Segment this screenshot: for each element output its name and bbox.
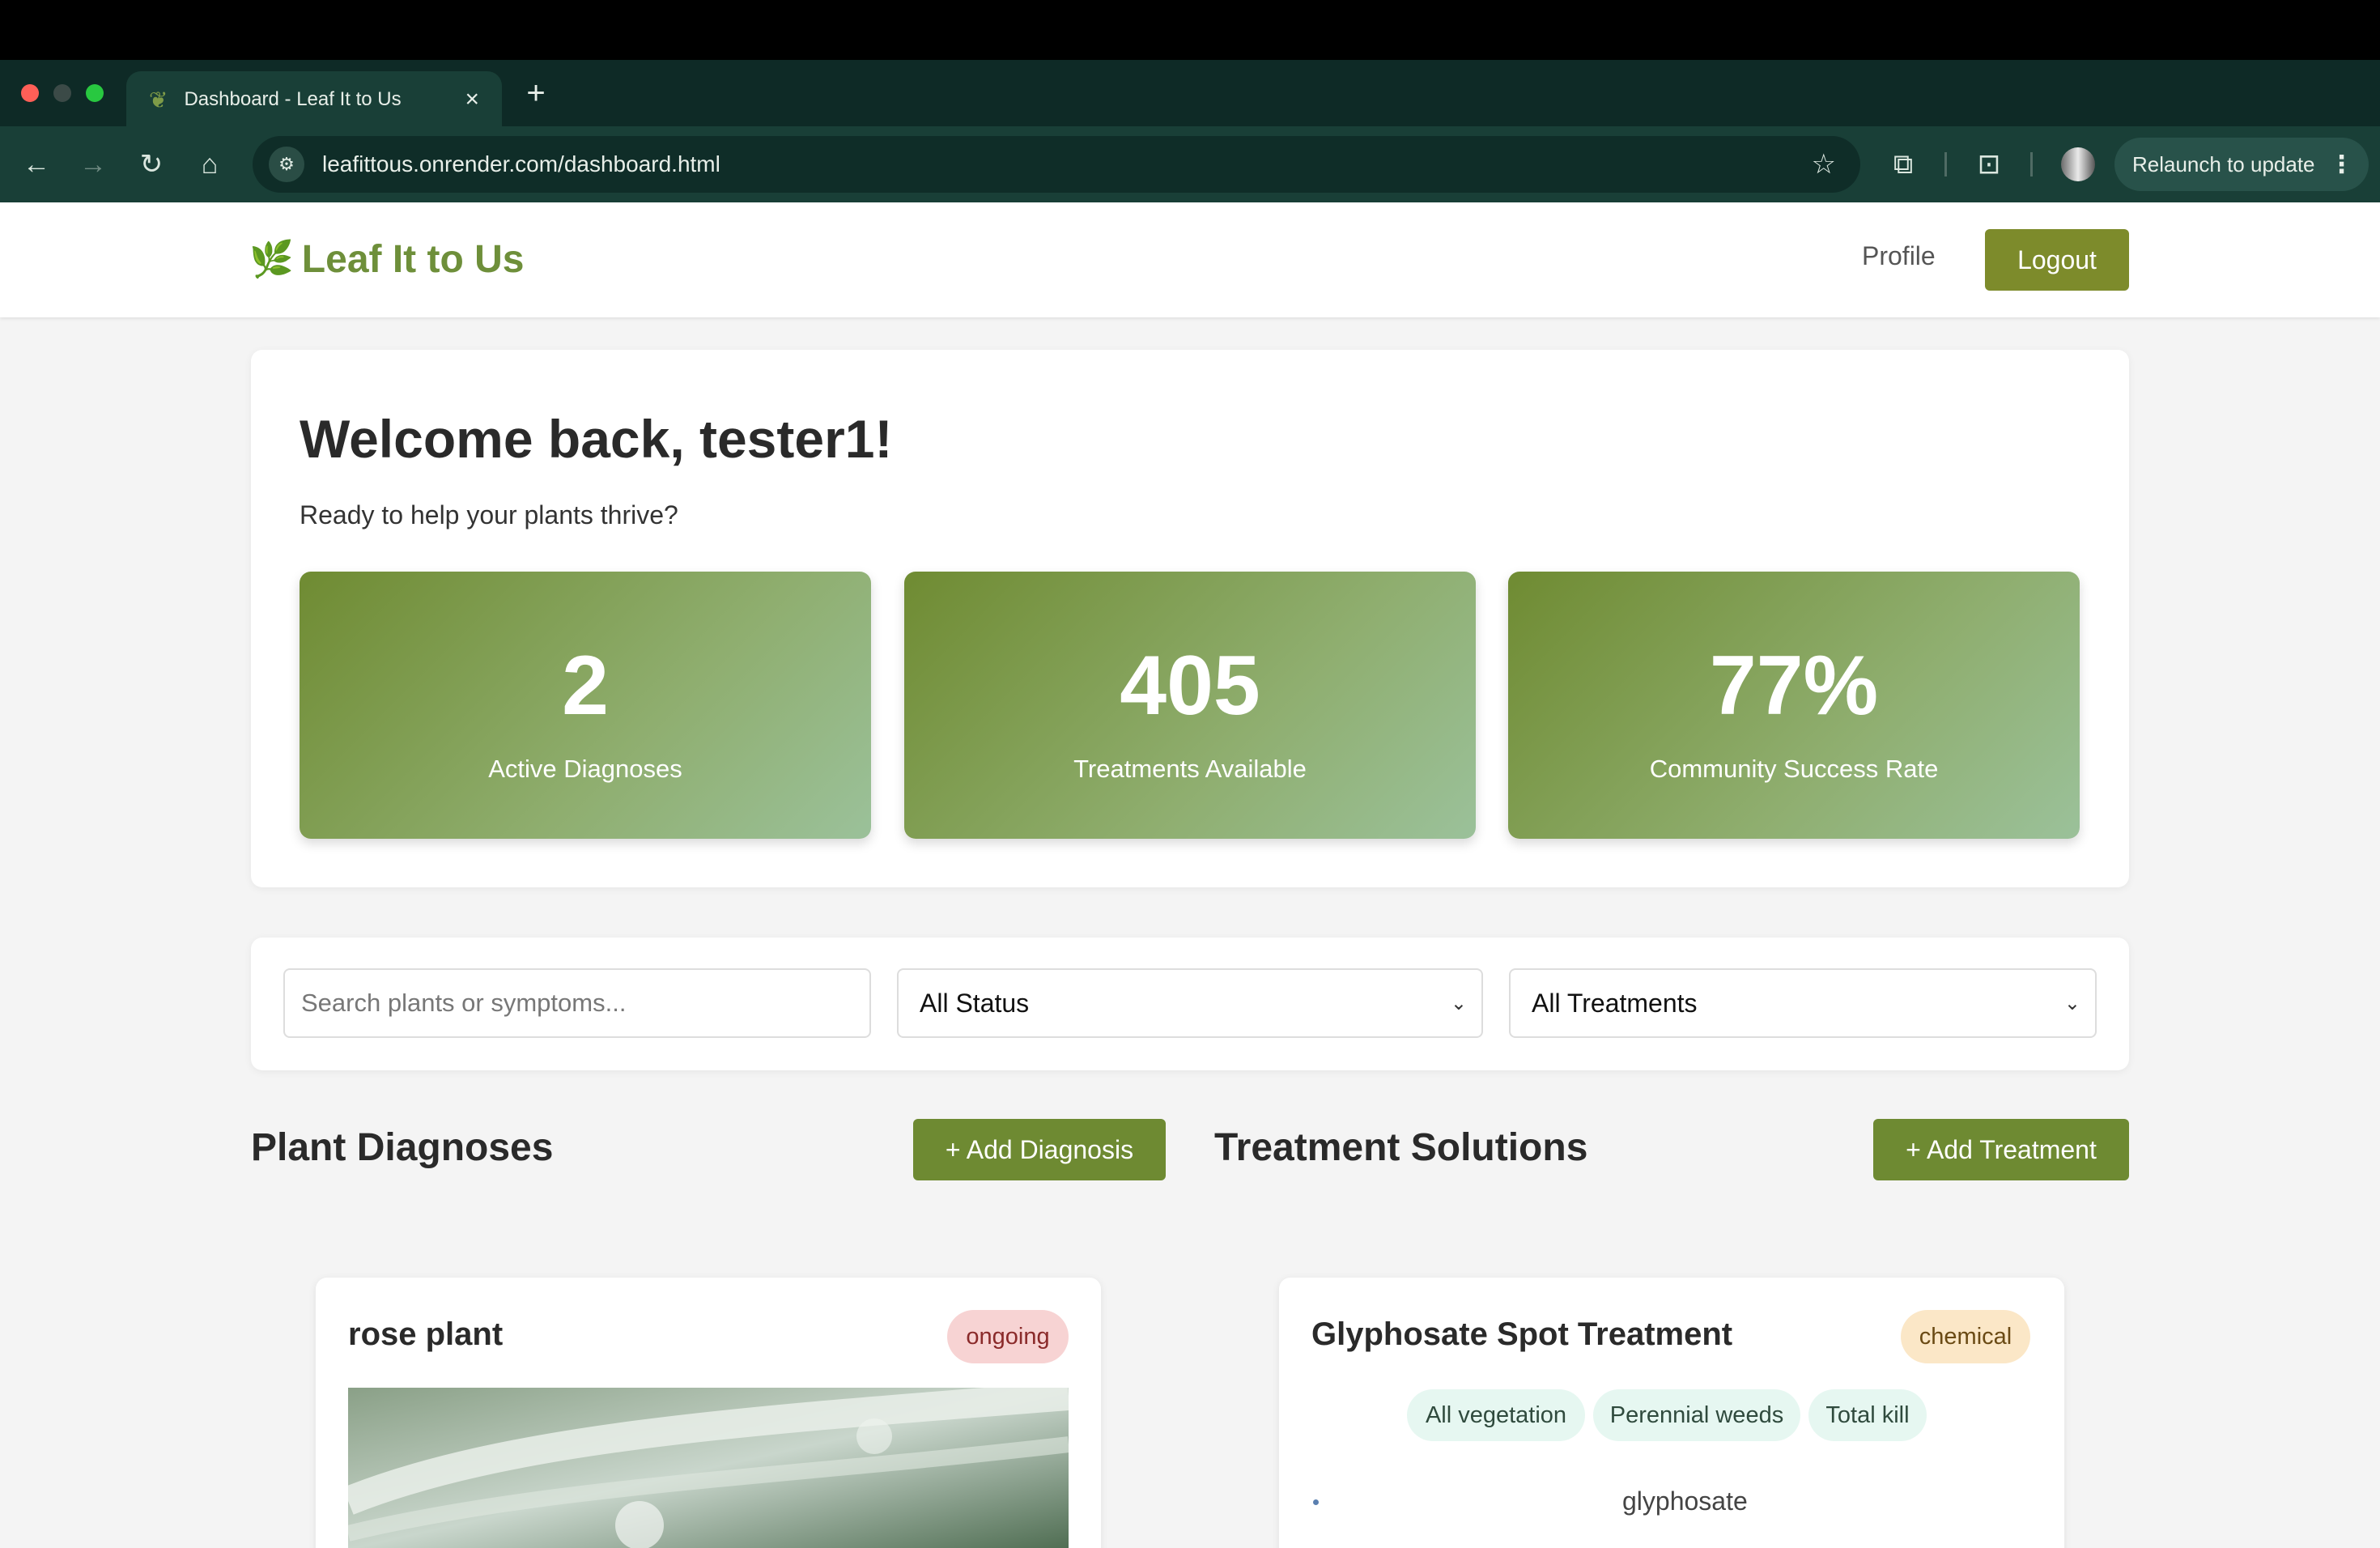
leaf-icon: 🌿 (249, 240, 294, 279)
os-top-bar (0, 0, 2380, 60)
stat-value: 405 (1120, 639, 1260, 733)
profile-avatar[interactable] (2061, 147, 2095, 181)
home-icon[interactable]: ⌂ (189, 144, 230, 185)
close-tab-icon[interactable]: × (465, 86, 479, 113)
treatments-section-title: Treatment Solutions (1214, 1126, 1588, 1169)
tab-title: Dashboard - Leaf It to Us (184, 88, 402, 110)
stat-card-treatments-available: 405 Treatments Available (904, 572, 1476, 839)
treatment-tag: Total kill (1808, 1389, 1927, 1441)
brand-name: Leaf It to Us (301, 237, 525, 281)
logout-button[interactable]: Logout (1985, 229, 2129, 291)
address-url[interactable]: leafittous.onrender.com/dashboard.html (322, 151, 720, 177)
add-diagnosis-button[interactable]: + Add Diagnosis (913, 1119, 1166, 1180)
treatment-tag: All vegetation (1407, 1389, 1585, 1441)
leaf-favicon-icon: ❦ (149, 87, 168, 113)
stat-value: 77% (1709, 639, 1879, 733)
treatment-tag: Perennial weeds (1593, 1389, 1800, 1441)
more-menu-icon[interactable]: ⋮ (2330, 151, 2354, 179)
extensions-icon[interactable]: ⧉ (1883, 144, 1923, 185)
add-treatment-button[interactable]: + Add Treatment (1873, 1119, 2129, 1180)
toolbar-divider (2030, 152, 2033, 176)
chevron-down-icon: ⌄ (1450, 992, 1467, 1014)
site-settings-icon[interactable]: ⚙ (269, 147, 304, 182)
brand-logo[interactable]: 🌿 Leaf It to Us (249, 235, 524, 283)
nav-profile-link[interactable]: Profile (1862, 241, 1936, 271)
treatment-name: Glyphosate Spot Treatment (1311, 1316, 1733, 1352)
status-filter-value: All Status (920, 988, 1030, 1018)
stat-card-active-diagnoses: 2 Active Diagnoses (300, 572, 871, 839)
reload-icon[interactable]: ↻ (131, 144, 172, 185)
relaunch-button[interactable]: Relaunch to update ⋮ (2114, 138, 2369, 191)
welcome-title: Welcome back, tester1! (300, 409, 893, 469)
address-bar[interactable]: ⚙ leafittous.onrender.com/dashboard.html… (253, 136, 1860, 193)
window-zoom-button[interactable] (86, 84, 104, 102)
chevron-down-icon: ⌄ (2063, 992, 2080, 1014)
status-filter-select[interactable]: All Status ⌄ (897, 968, 1483, 1038)
stat-label: Treatments Available (1073, 755, 1307, 783)
status-badge: ongoing (947, 1310, 1069, 1363)
forward-arrow-icon[interactable]: → (73, 144, 113, 185)
diagnoses-section-title: Plant Diagnoses (251, 1126, 554, 1169)
list-bullet (1313, 1499, 1319, 1505)
new-tab-icon[interactable]: + (520, 73, 552, 113)
search-input[interactable] (283, 968, 871, 1038)
treatment-filter-select[interactable]: All Treatments ⌄ (1509, 968, 2097, 1038)
treatment-type-badge: chemical (1901, 1310, 2030, 1363)
plant-photo (348, 1388, 1069, 1548)
plant-photo-graphic (348, 1388, 1069, 1548)
bookmark-star-icon[interactable]: ☆ (1812, 148, 1836, 181)
back-arrow-icon[interactable]: ← (16, 144, 57, 185)
window-minimize-button[interactable] (53, 84, 71, 102)
welcome-subtitle: Ready to help your plants thrive? (300, 500, 678, 529)
browser-tab-dashboard[interactable]: ❦ Dashboard - Leaf It to Us × (126, 71, 502, 128)
relaunch-label: Relaunch to update (2132, 151, 2315, 176)
stat-value: 2 (562, 639, 609, 733)
window-close-button[interactable] (21, 84, 39, 102)
ingredient-item: glyphosate (1622, 1486, 1748, 1516)
treatment-filter-value: All Treatments (1532, 988, 1698, 1018)
diagnosis-plant-name: rose plant (348, 1316, 504, 1352)
toolbar-divider (1944, 152, 1947, 176)
cast-search-icon[interactable]: ⊡ (1969, 144, 2009, 185)
stat-label: Active Diagnoses (488, 755, 682, 783)
stat-card-success-rate: 77% Community Success Rate (1508, 572, 2080, 839)
stat-label: Community Success Rate (1649, 755, 1939, 783)
